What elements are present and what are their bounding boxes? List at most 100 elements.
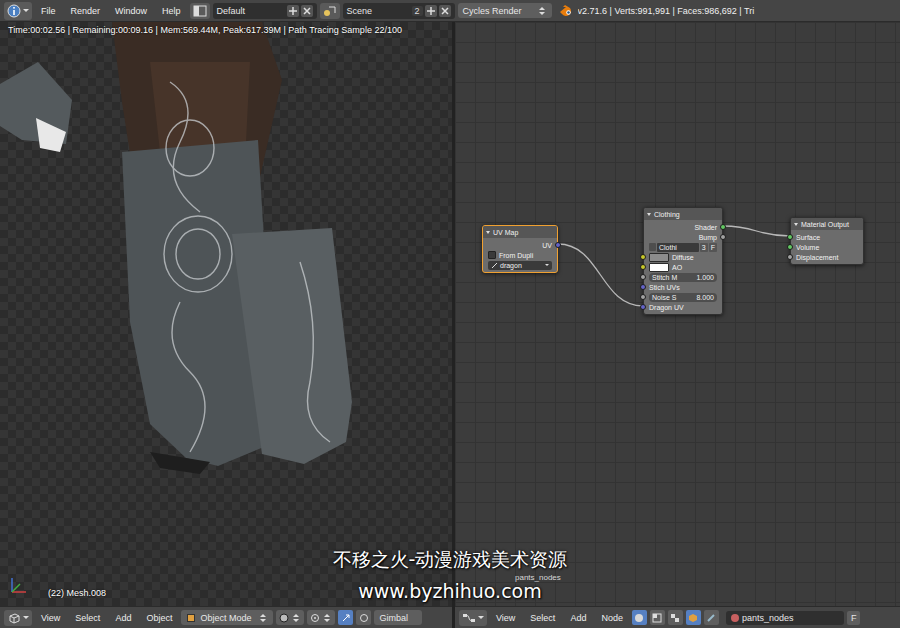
- compositing-toggle[interactable]: [650, 610, 665, 625]
- pivot-dropdown[interactable]: [307, 610, 335, 625]
- collapse-icon[interactable]: [794, 223, 798, 226]
- menu-item[interactable]: Select: [524, 613, 561, 623]
- menu-item[interactable]: Node: [595, 613, 629, 623]
- socket-icon[interactable]: [787, 254, 793, 260]
- node-tree-icon[interactable]: [649, 243, 656, 251]
- render-engine-dropdown[interactable]: Cycles Render: [458, 3, 552, 18]
- node-link[interactable]: [558, 244, 643, 306]
- screen-layout-button[interactable]: [190, 3, 210, 19]
- uv-map-field[interactable]: dragon: [488, 261, 552, 270]
- node-row: Bump: [644, 232, 722, 242]
- menu-item[interactable]: View: [490, 613, 521, 623]
- node[interactable]: ClothingShaderBumpClothi3FDiffuseAOStitc…: [643, 207, 723, 315]
- socket-icon[interactable]: [720, 234, 726, 240]
- node-group-selector[interactable]: Clothi3F: [649, 243, 717, 252]
- menu-item[interactable]: Help: [156, 6, 187, 16]
- node-tree-field[interactable]: pants_nodes: [726, 611, 844, 625]
- menu-item[interactable]: Window: [109, 6, 153, 16]
- socket-icon[interactable]: [640, 304, 646, 310]
- fake-user-button[interactable]: F: [847, 611, 861, 625]
- 3d-viewport[interactable]: Time:00:02.56 | Remaining:00:09.16 | Mem…: [0, 22, 452, 606]
- info-icon: [7, 4, 21, 18]
- value-field[interactable]: Noise S8.000: [649, 293, 717, 302]
- mode-dropdown[interactable]: Object Mode: [181, 610, 273, 625]
- manipulator-toggle[interactable]: [338, 610, 353, 625]
- value-field[interactable]: Stitch M1.000: [649, 273, 717, 282]
- node-header[interactable]: Material Output: [791, 218, 863, 230]
- socket-label: Stich UVs: [649, 284, 680, 291]
- node-row: Shader: [644, 222, 722, 232]
- editor-type-button[interactable]: [4, 2, 32, 20]
- axis-gizmo-icon: [8, 574, 30, 596]
- orientation-dropdown[interactable]: Gimbal: [374, 610, 422, 625]
- socket-icon[interactable]: [640, 254, 646, 260]
- shading-dropdown[interactable]: [276, 610, 304, 625]
- object-mode-icon: [186, 613, 196, 623]
- close-icon[interactable]: [301, 5, 313, 17]
- checkbox[interactable]: [488, 251, 496, 259]
- menu-item[interactable]: View: [35, 613, 66, 623]
- caret-icon: [545, 264, 549, 266]
- socket-label: Volume: [796, 244, 819, 251]
- layout-icon: [193, 5, 207, 17]
- close-icon[interactable]: [439, 5, 451, 17]
- editor-type-button[interactable]: [4, 610, 32, 626]
- watermark-title: 不移之火-动漫游戏美术资源: [333, 548, 568, 570]
- info-header: FileRenderWindowHelp Default Scene2Cycles …: [0, 0, 900, 22]
- menu-item[interactable]: Add: [564, 613, 592, 623]
- updown-icon: [324, 614, 332, 622]
- node-editor-icon: [462, 612, 476, 624]
- screen-layout-field[interactable]: Default: [213, 3, 317, 19]
- scene-field[interactable]: Scene2: [343, 3, 455, 19]
- rotate-toggle[interactable]: [356, 610, 371, 625]
- node-editor-header: ViewSelectAddNode pants_nodesF: [455, 606, 900, 628]
- fake-user-button[interactable]: F: [709, 243, 717, 252]
- editors: Time:00:02.56 | Remaining:00:09.16 | Mem…: [0, 22, 900, 606]
- node-header[interactable]: Clothing: [644, 208, 722, 220]
- menu-item[interactable]: File: [35, 6, 62, 16]
- node-row: Diffuse: [644, 252, 722, 262]
- scene-button[interactable]: [320, 3, 340, 19]
- menu-item[interactable]: Object: [140, 613, 178, 623]
- group-users: 3: [700, 243, 708, 252]
- texture-toggle[interactable]: [668, 610, 683, 625]
- socket-icon[interactable]: [555, 242, 561, 248]
- color-swatch[interactable]: [649, 263, 669, 272]
- node-header[interactable]: UV Map: [483, 226, 557, 238]
- node-row: dragon: [483, 260, 557, 270]
- color-swatch[interactable]: [649, 253, 669, 262]
- add-icon[interactable]: [287, 5, 299, 17]
- rendered-shading-icon: [279, 613, 289, 623]
- group-name[interactable]: Clothi: [657, 243, 699, 252]
- socket-icon[interactable]: [640, 294, 646, 300]
- socket-icon[interactable]: [787, 234, 793, 240]
- collapse-icon[interactable]: [647, 213, 651, 216]
- socket-label: Bump: [699, 234, 717, 241]
- socket-icon[interactable]: [640, 284, 646, 290]
- socket-icon[interactable]: [640, 274, 646, 280]
- node[interactable]: UV MapUVFrom Duplidragon: [482, 225, 558, 273]
- node-link[interactable]: [723, 226, 790, 236]
- node-editor[interactable]: UV MapUVFrom DuplidragonClothingShaderBu…: [455, 22, 900, 606]
- shader-nodes-toggle[interactable]: [632, 610, 647, 625]
- node-row: UV: [483, 240, 557, 250]
- socket-icon[interactable]: [720, 224, 726, 230]
- socket-label: UV: [542, 242, 552, 249]
- viewport-header: ViewSelectAddObjectObject Mode Gimbal: [0, 606, 452, 628]
- socket-icon[interactable]: [787, 244, 793, 250]
- menu-item[interactable]: Render: [65, 6, 107, 16]
- render-info: Time:00:02.56 | Remaining:00:09.16 | Mem…: [8, 25, 448, 35]
- object-toggle[interactable]: [686, 610, 701, 625]
- socket-label: Dragon UV: [649, 304, 684, 311]
- editor-type-button[interactable]: [459, 610, 487, 626]
- add-icon[interactable]: [425, 5, 437, 17]
- collapse-icon[interactable]: [486, 231, 490, 234]
- material-icon: [730, 613, 740, 623]
- brush-toggle[interactable]: [704, 610, 719, 625]
- node[interactable]: Material OutputSurfaceVolumeDisplacement: [790, 217, 864, 265]
- node-row: Stich UVs: [644, 282, 722, 292]
- socket-icon[interactable]: [640, 264, 646, 270]
- menu-item[interactable]: Select: [69, 613, 106, 623]
- node-row: Clothi3F: [644, 242, 722, 252]
- menu-item[interactable]: Add: [109, 613, 137, 623]
